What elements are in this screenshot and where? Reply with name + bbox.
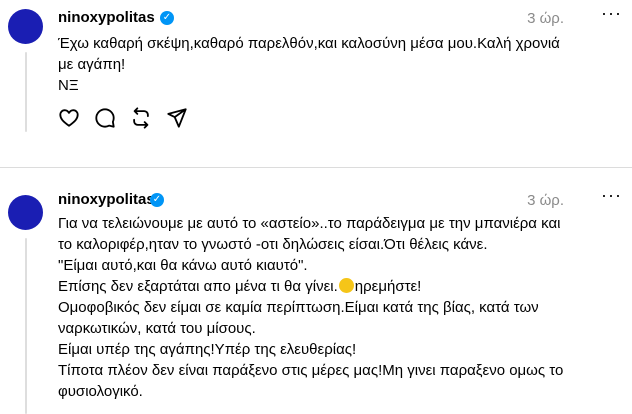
post-text-line: Τίποτα πλέον δεν είναι παράξενο στις μέρ…	[58, 362, 564, 379]
thread-line	[25, 52, 27, 132]
post-text-line: Ομοφοβικός δεν είμαι σε καμία περίπτωση.…	[58, 299, 539, 316]
post-text-line: Είμαι υπέρ της αγάπης!Υπέρ της ελευθερία…	[58, 341, 357, 358]
comment-icon[interactable]	[94, 107, 116, 129]
thread-line	[25, 238, 27, 414]
post-text: Έχω καθαρή σκέψη,καθαρό παρελθόν,και καλ…	[58, 33, 618, 96]
verified-badge-icon: ✓	[160, 11, 174, 25]
like-icon[interactable]	[58, 107, 80, 129]
post-text-segment: ηρεμήστε!	[354, 278, 422, 295]
post-text-line: το καλοριφέρ,ηταν το γνωστό -οτι δηλώσει…	[58, 236, 488, 253]
post-text-line: Επίσης δεν εξαρτάται απο μένα τι θα γίνε…	[58, 276, 618, 297]
post-text-line: ΝΞ	[58, 77, 79, 94]
more-options-icon[interactable]: ···	[601, 185, 622, 206]
post-text-line: Έχω καθαρή σκέψη,καθαρό παρελθόν,και καλ…	[58, 35, 560, 52]
avatar[interactable]	[8, 195, 43, 230]
avatar[interactable]	[8, 9, 43, 44]
grinning-sweat-emoji-icon	[338, 278, 354, 293]
post-text-line: ναρκωτικών, κατά του μίσους.	[58, 320, 256, 337]
post-text-line: "Είμαι αυτό,και θα κάνω αυτό κιαυτό".	[58, 257, 308, 274]
share-icon[interactable]	[166, 107, 188, 129]
post-text-line: με αγάπη!	[58, 56, 126, 73]
post-text-line: φυσιολογικό.	[58, 383, 143, 400]
post-text-segment: Επίσης δεν εξαρτάται απο μένα τι θα γίνε…	[58, 278, 338, 295]
post-header: ninoxypolitas ✓ 3 ώρ. ···	[58, 185, 622, 211]
post-text-line: Για να τελειώνουμε με αυτό το «αστείο»..…	[58, 215, 561, 232]
post-text: Για να τελειώνουμε με αυτό το «αστείο»..…	[58, 213, 618, 402]
post-time[interactable]: 3 ώρ.	[527, 192, 564, 209]
username[interactable]: ninoxypolitas	[58, 191, 155, 208]
verified-badge-icon: ✓	[150, 193, 164, 207]
post-header: ninoxypolitas ✓ 3 ώρ. ···	[58, 3, 622, 29]
thread-post: ninoxypolitas ✓ 3 ώρ. ··· Για να τελειών…	[0, 182, 632, 414]
username[interactable]: ninoxypolitas	[58, 9, 155, 26]
post-divider	[0, 167, 632, 168]
more-options-icon[interactable]: ···	[601, 3, 622, 24]
post-time[interactable]: 3 ώρ.	[527, 10, 564, 27]
thread-post: ninoxypolitas ✓ 3 ώρ. ··· Έχω καθαρή σκέ…	[0, 0, 632, 150]
repost-icon[interactable]	[130, 107, 152, 129]
